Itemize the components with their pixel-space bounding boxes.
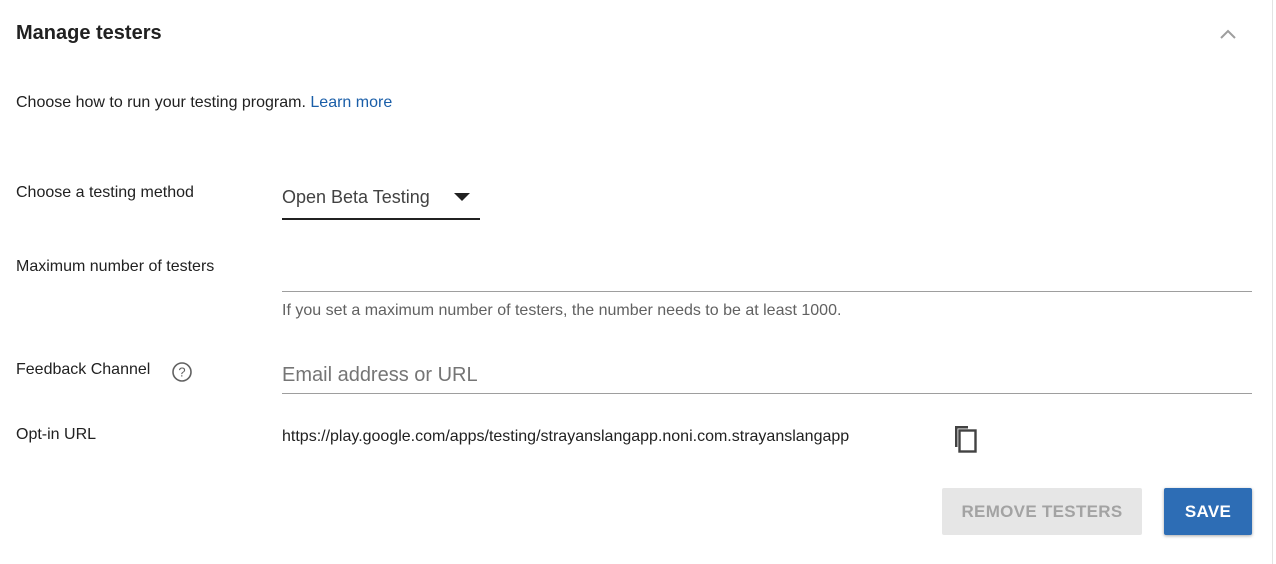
copy-icon <box>955 426 977 453</box>
copy-url-button[interactable] <box>948 420 982 456</box>
svg-text:?: ? <box>178 365 185 380</box>
max-testers-label: Maximum number of testers <box>16 258 215 275</box>
feedback-channel-input[interactable] <box>282 358 1252 394</box>
testing-method-dropdown[interactable]: Open Beta Testing <box>282 180 480 220</box>
chevron-up-icon <box>1220 29 1236 39</box>
manage-testers-panel: Manage testers Choose how to run your te… <box>0 0 1276 564</box>
learn-more-link[interactable]: Learn more <box>310 94 392 111</box>
remove-testers-button[interactable]: REMOVE TESTERS <box>942 488 1142 535</box>
panel-edge-divider <box>1272 0 1273 564</box>
feedback-channel-label: Feedback Channel <box>16 361 151 378</box>
save-button[interactable]: SAVE <box>1164 488 1252 535</box>
opt-in-url-label: Opt-in URL <box>16 426 97 443</box>
dropdown-arrow-icon <box>454 193 470 201</box>
opt-in-url-value: https://play.google.com/apps/testing/str… <box>282 428 850 445</box>
max-testers-hint: If you set a maximum number of testers, … <box>282 302 842 319</box>
intro-text: Choose how to run your testing program. … <box>16 94 392 112</box>
help-circle-icon[interactable]: ? <box>171 361 193 383</box>
testing-method-selected: Open Beta Testing <box>282 187 430 207</box>
intro-description: Choose how to run your testing program. <box>16 94 306 111</box>
page-title: Manage testers <box>16 22 162 44</box>
max-testers-input[interactable] <box>282 256 1252 292</box>
collapse-button[interactable] <box>1214 22 1242 46</box>
testing-method-label: Choose a testing method <box>16 184 194 201</box>
